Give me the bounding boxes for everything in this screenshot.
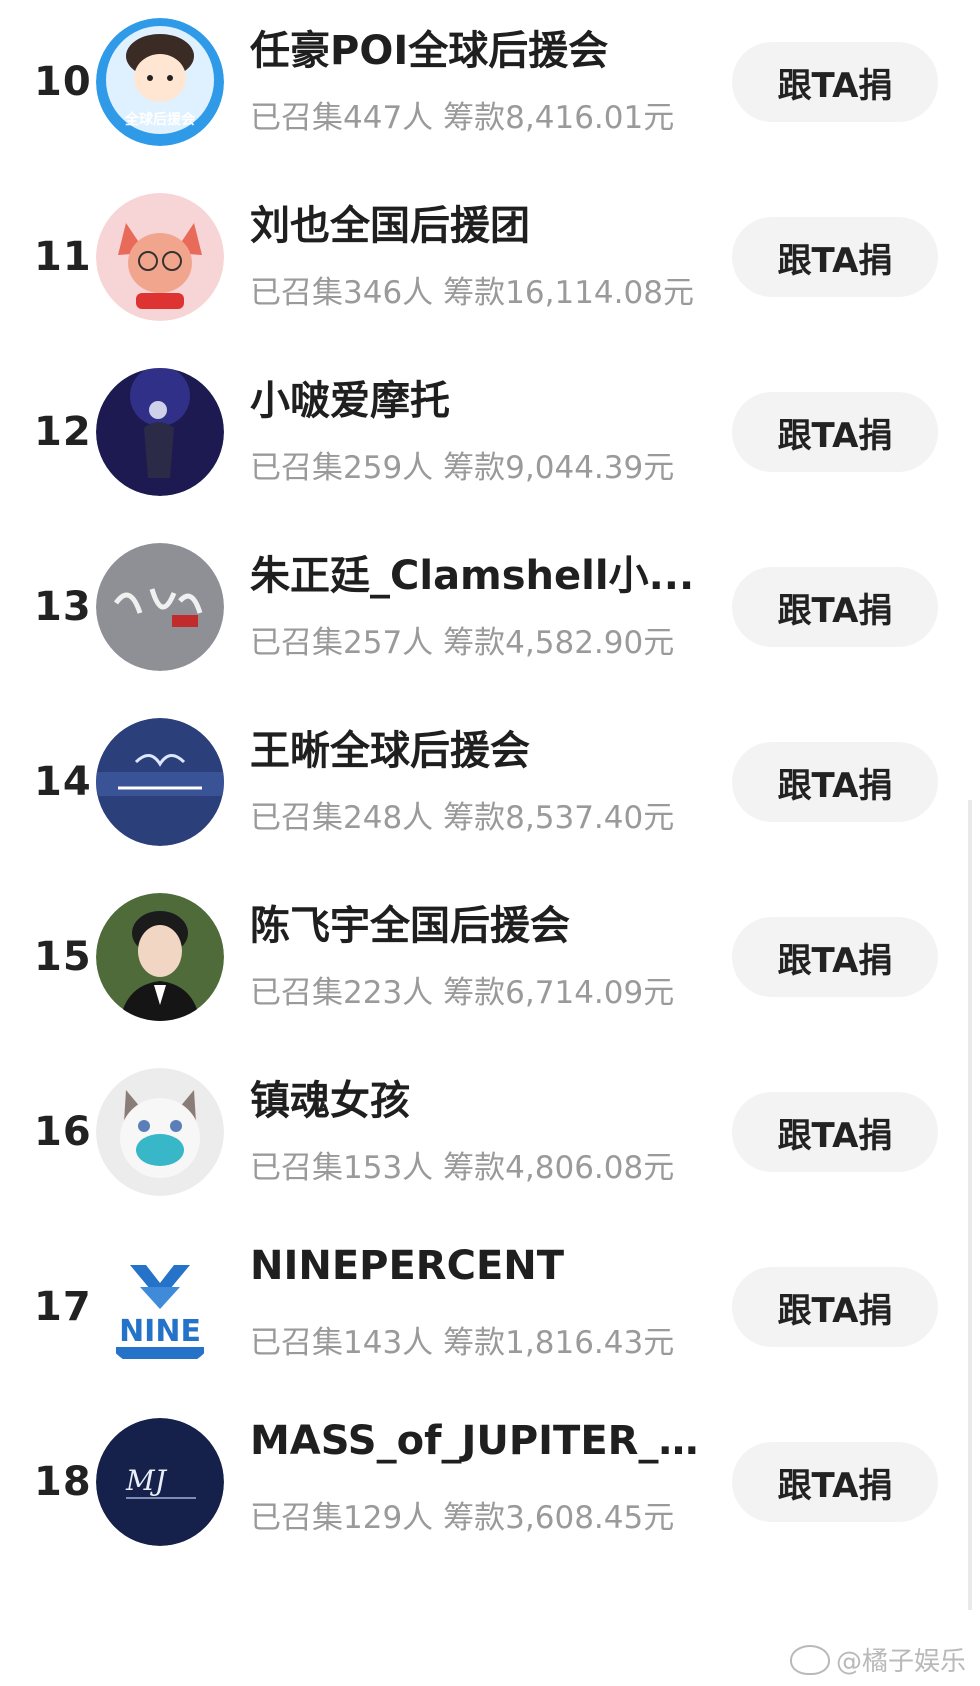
donate-with-button[interactable]: 跟TA捐	[732, 217, 938, 297]
list-item[interactable]: 12 小啵爱摩托 已召集259人 筹款9,044.39元 跟TA捐	[0, 338, 980, 526]
fundraising-stats: 已召集346人 筹款16,114.08元	[250, 267, 700, 312]
fanclub-logo-avatar[interactable]	[96, 718, 224, 846]
masked-cat-avatar[interactable]	[96, 1068, 224, 1196]
amount-raised: 筹款3,608.45元	[443, 1500, 675, 1536]
group-name[interactable]: 刘也全国后援团	[250, 193, 700, 251]
rank-number: 17	[34, 1284, 92, 1330]
list-item[interactable]: 13 朱正廷_Clamshell小... 已召集257人 筹款4,582.90元 跟TA…	[0, 513, 980, 701]
list-item[interactable]: 11 刘也全国后援团 已召集346人 筹款16,114.08元 跟TA捐	[0, 163, 980, 351]
amount-raised: 筹款8,537.40元	[443, 800, 675, 836]
calligraphy-avatar[interactable]	[96, 543, 224, 671]
stage-performer-avatar[interactable]	[96, 368, 224, 496]
cartoon-boy-avatar[interactable]: 全球后援会	[96, 18, 224, 146]
scroll-divider	[968, 800, 972, 1610]
donate-with-button[interactable]: 跟TA捐	[732, 742, 938, 822]
amount-raised: 筹款4,582.90元	[443, 625, 675, 661]
participant-count: 已召集447人	[250, 100, 434, 136]
donate-with-button[interactable]: 跟TA捐	[732, 1442, 938, 1522]
svg-text:MJ: MJ	[125, 1464, 168, 1497]
rank-number: 10	[34, 59, 92, 105]
group-name[interactable]: NINEPERCENT	[250, 1243, 700, 1289]
amount-raised: 筹款1,816.43元	[443, 1325, 675, 1361]
rank-number: 15	[34, 934, 92, 980]
amount-raised: 筹款9,044.39元	[443, 450, 675, 486]
rank-number: 16	[34, 1109, 92, 1155]
participant-count: 已召集259人	[250, 450, 434, 486]
group-name[interactable]: 任豪POI全球后援会	[250, 18, 700, 76]
donate-with-button[interactable]: 跟TA捐	[732, 1267, 938, 1347]
list-item[interactable]: 18 MJ MASS_of_JUPITER_... 已召集129人 筹款3,608.45…	[0, 1388, 980, 1576]
group-name[interactable]: 陈飞宇全国后援会	[250, 893, 700, 951]
group-name[interactable]: 王晰全球后援会	[250, 718, 700, 776]
participant-count: 已召集153人	[250, 1150, 434, 1186]
fundraising-stats: 已召集248人 筹款8,537.40元	[250, 792, 700, 837]
amount-raised: 筹款6,714.09元	[443, 975, 675, 1011]
rank-number: 18	[34, 1459, 92, 1505]
group-name[interactable]: 朱正廷_Clamshell小...	[250, 543, 700, 601]
svg-text:全球后援会: 全球后援会	[124, 111, 196, 128]
list-item[interactable]: 17 NINE NINEPERCENT 已召集143人 筹款1,816.43元 跟TA捐	[0, 1213, 980, 1401]
portrait-avatar[interactable]	[96, 893, 224, 1021]
group-name[interactable]: 小啵爱摩托	[250, 368, 700, 426]
rank-number: 12	[34, 409, 92, 455]
donate-with-button[interactable]: 跟TA捐	[732, 42, 938, 122]
fundraising-stats: 已召集143人 筹款1,816.43元	[250, 1317, 700, 1362]
weibo-icon	[789, 1644, 830, 1675]
cartoon-fox-avatar[interactable]	[96, 193, 224, 321]
fundraising-stats: 已召集153人 筹款4,806.08元	[250, 1142, 700, 1187]
donate-with-button[interactable]: 跟TA捐	[732, 1092, 938, 1172]
amount-raised: 筹款8,416.01元	[443, 100, 675, 136]
fundraising-stats: 已召集223人 筹款6,714.09元	[250, 967, 700, 1012]
amount-raised: 筹款16,114.08元	[443, 275, 694, 311]
list-item[interactable]: 16 镇魂女孩 已召集153人 筹款4,806.08元 跟TA捐	[0, 1038, 980, 1226]
group-name[interactable]: MASS_of_JUPITER_...	[250, 1418, 700, 1464]
participant-count: 已召集248人	[250, 800, 434, 836]
fundraising-stats: 已召集257人 筹款4,582.90元	[250, 617, 700, 662]
participant-count: 已召集223人	[250, 975, 434, 1011]
list-item[interactable]: 10 全球后援会 任豪POI全球后援会 已召集447人 筹款8,416.01元 跟TA捐	[0, 0, 980, 176]
list-item[interactable]: 14 王晰全球后援会 已召集248人 筹款8,537.40元 跟TA捐	[0, 688, 980, 876]
rank-number: 11	[34, 234, 92, 280]
participant-count: 已召集257人	[250, 625, 434, 661]
group-name[interactable]: 镇魂女孩	[250, 1068, 700, 1126]
rank-number: 14	[34, 759, 92, 805]
list-item[interactable]: 15 陈飞宇全国后援会 已召集223人 筹款6,714.09元 跟TA捐	[0, 863, 980, 1051]
donate-with-button[interactable]: 跟TA捐	[732, 567, 938, 647]
participant-count: 已召集143人	[250, 1325, 434, 1361]
fundraising-stats: 已召集129人 筹款3,608.45元	[250, 1492, 700, 1537]
fundraising-stats: 已召集259人 筹款9,044.39元	[250, 442, 700, 487]
participant-count: 已召集129人	[250, 1500, 434, 1536]
watermark: @橘子娱乐	[789, 1641, 966, 1678]
donate-with-button[interactable]: 跟TA捐	[732, 917, 938, 997]
nine-percent-logo-avatar[interactable]: NINE	[96, 1243, 224, 1371]
fundraising-stats: 已召集447人 筹款8,416.01元	[250, 92, 700, 137]
donate-with-button[interactable]: 跟TA捐	[732, 392, 938, 472]
svg-text:NINE: NINE	[119, 1314, 201, 1349]
participant-count: 已召集346人	[250, 275, 434, 311]
amount-raised: 筹款4,806.08元	[443, 1150, 675, 1186]
watermark-text: @橘子娱乐	[835, 1647, 966, 1677]
rank-number: 13	[34, 584, 92, 630]
mass-of-jupiter-avatar[interactable]: MJ	[96, 1418, 224, 1546]
